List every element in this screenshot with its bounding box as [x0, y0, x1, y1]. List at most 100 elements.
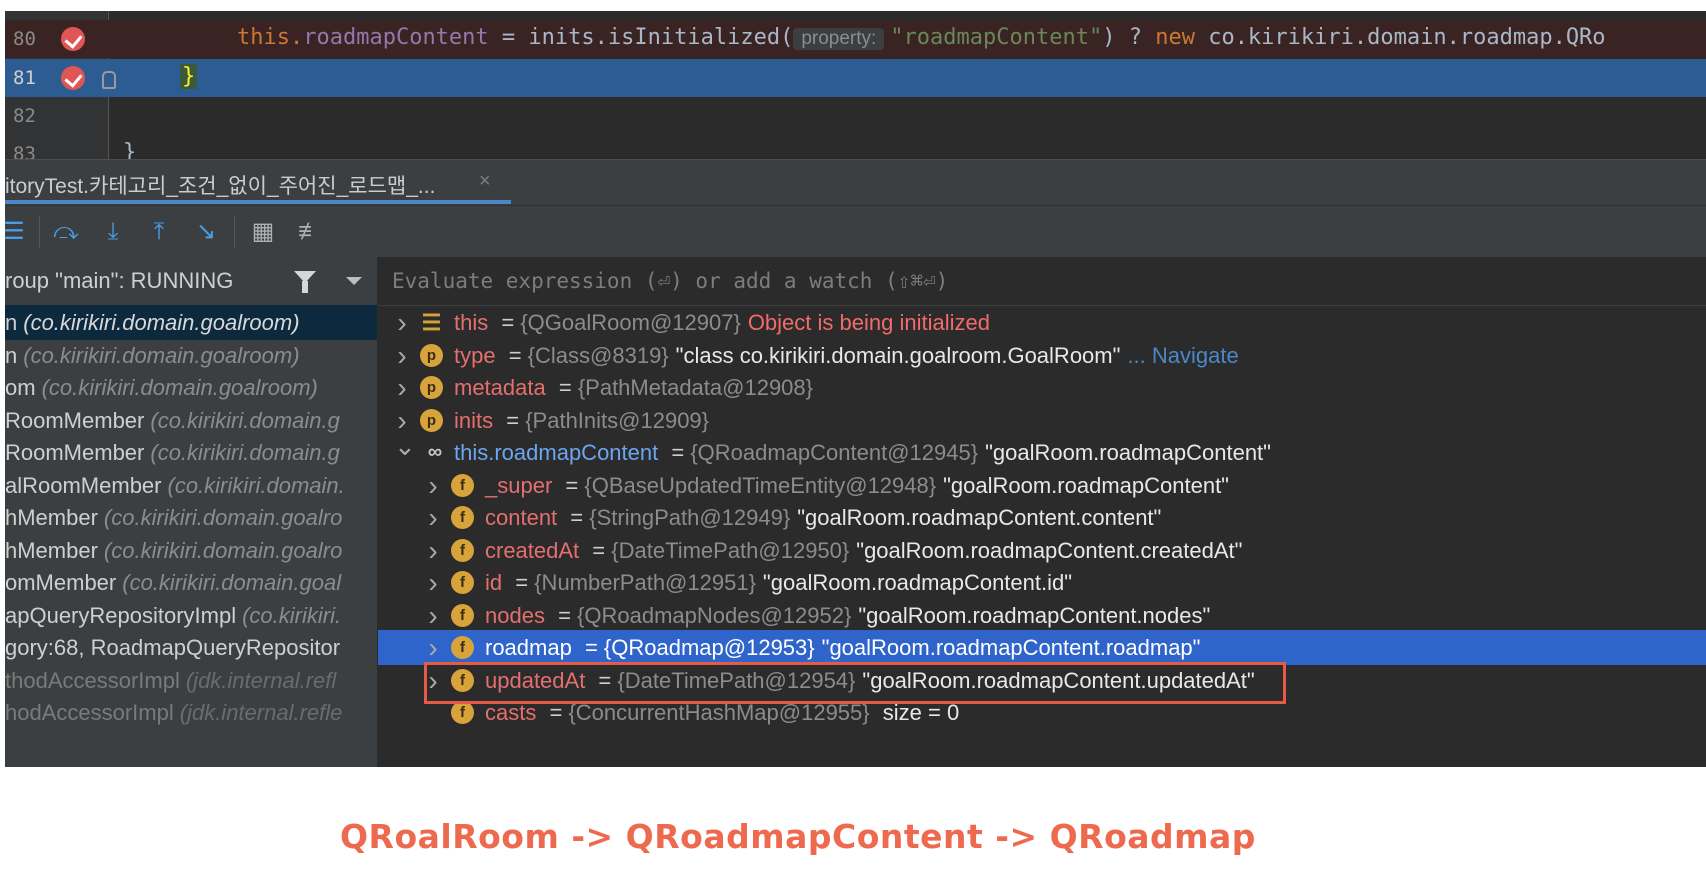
close-icon[interactable]: × — [479, 170, 491, 193]
variable-row[interactable]: f content = {StringPath@12949}"goalRoom.r… — [378, 500, 1706, 535]
breakpoint-icon[interactable] — [61, 66, 85, 90]
frame-item[interactable]: n (co.kirikiri.domain.goalroom) — [5, 338, 377, 373]
frame-package: (co.kirikiri.domain.g — [150, 440, 340, 465]
chevron-right-icon[interactable] — [425, 663, 441, 698]
variable-row[interactable]: ☰ this = {QGoalRoom@12907}Object is being… — [378, 305, 1706, 340]
variable-row[interactable]: f _super = {QBaseUpdatedTimeEntity@12948}… — [378, 468, 1706, 503]
code-tail-class: co.kirikiri.domain.roadmap.QRo — [1194, 25, 1606, 50]
equals-sign: = — [543, 700, 569, 725]
frame-item[interactable]: hMember (co.kirikiri.domain.goalro — [5, 533, 377, 568]
tab-label: itoryTest.카테고리_조건_없이_주어진_로드맵_... — [5, 175, 436, 198]
chevron-down-icon[interactable] — [346, 277, 362, 285]
variable-row[interactable]: p metadata = {PathMetadata@12908} — [378, 370, 1706, 405]
string-literal: "roadmapContent" — [890, 25, 1103, 50]
variable-row[interactable]: fnodes = {QRoadmapNodes@12952}"goalRoom.… — [378, 598, 1706, 633]
annotation-caption: QRoalRoom -> QRoadmapContent -> QRoadmap — [340, 817, 1256, 856]
property-icon: p — [420, 343, 443, 367]
evaluate-table-icon[interactable]: ▦ — [248, 217, 278, 247]
chevron-right-icon[interactable] — [425, 565, 441, 600]
variable-name: metadata — [454, 375, 546, 400]
variable-type: {PathInits@12909} — [525, 407, 710, 433]
frame-item[interactable]: RoomMember (co.kirikiri.domain.g — [5, 435, 377, 470]
frame-package: (co.kirikiri. — [242, 602, 342, 628]
frame-item[interactable]: hodAccessorImpl (jdk.internal.refle — [5, 695, 377, 730]
variable-name: id — [485, 570, 503, 595]
equals-sign: = — [586, 537, 612, 563]
chevron-down-icon[interactable] — [394, 435, 410, 470]
frame-package: (co.kirikiri.domain.goalroom) — [23, 310, 300, 335]
field-icon: f — [451, 701, 474, 724]
variable-row[interactable]: ∞ this.roadmapContent = {QRoadmapContent@… — [378, 435, 1706, 470]
step-over-icon[interactable]: ⤓ — [98, 217, 128, 247]
variable-text: this.roadmapContent = {QRoadmapContent@1… — [454, 435, 1278, 470]
variable-text: _super = {QBaseUpdatedTimeEntity@12948} "… — [485, 468, 1236, 503]
field-icon: f — [451, 636, 474, 659]
variable-type: {DateTimePath@12954} — [617, 667, 856, 693]
variable-row[interactable]: pinits = {PathInits@12909} — [378, 403, 1706, 438]
frame-item[interactable]: hMember (co.kirikiri.domain.goalro — [5, 500, 377, 535]
object-icon: ☰ — [421, 310, 442, 335]
frame-item[interactable]: n (co.kirikiri.domain.goalroom) — [5, 305, 377, 340]
breakpoint-icon[interactable] — [61, 27, 85, 51]
variable-name: type — [454, 342, 496, 368]
variable-row[interactable]: f roadmap = {QRoadmap@12953}"goalRoom.roa… — [378, 630, 1706, 665]
step-into-icon[interactable]: ⤒ — [144, 217, 174, 247]
equals-sign: = — [495, 310, 521, 335]
code-line-82[interactable]: 82 — [5, 97, 1706, 135]
chevron-right-icon[interactable] — [394, 305, 410, 340]
frame-item[interactable]: RoomMember (co.kirikiri.domain.g — [5, 403, 377, 438]
frame-method: gory:68, RoadmapQueryRepositor — [5, 635, 341, 660]
variable-row[interactable]: f casts = {ConcurrentHashMap@12955} size … — [378, 695, 1706, 730]
evaluate-expression-input[interactable] — [390, 265, 1694, 297]
variable-value: size = 0 — [876, 700, 960, 725]
step-out-icon[interactable]: ↘ — [191, 217, 221, 247]
variable-row[interactable]: fid = {NumberPath@12951}"goalRoom.roadma… — [378, 565, 1706, 600]
chevron-right-icon[interactable] — [425, 468, 441, 503]
thread-selector[interactable]: roup "main": RUNNING — [5, 257, 377, 306]
frame-method: n — [5, 310, 18, 335]
variable-text: content = {StringPath@12949} "goalRoom.ro… — [485, 500, 1168, 535]
frame-item[interactable]: apQueryRepositoryImpl (co.kirikiri. — [5, 598, 377, 633]
variable-name: roadmap — [485, 635, 572, 660]
trace-icon[interactable]: ≢ — [295, 217, 325, 247]
variable-type: {NumberPath@12951} — [534, 570, 756, 595]
code-line-83[interactable]: 83 } — [5, 135, 1706, 159]
variable-row[interactable]: f createdAt = {DateTimePath@12950}"goalRo… — [378, 533, 1706, 568]
line-number: 83 — [13, 143, 36, 159]
frame-item[interactable]: omMember (co.kirikiri.domain.goal — [5, 565, 377, 600]
chevron-right-icon[interactable] — [425, 630, 441, 665]
frame-method: om — [5, 375, 36, 400]
equals-sign: = — [564, 505, 590, 530]
chevron-right-icon[interactable] — [425, 500, 441, 535]
variable-row[interactable]: ptype = {Class@8319}"class co.kirikiri.d… — [378, 338, 1706, 373]
code-editor[interactable]: 80 this.roadmapContent = inits.isInitial… — [5, 11, 1706, 159]
field-icon: f — [451, 571, 474, 594]
navigate-link[interactable]: ... Navigate — [1127, 343, 1238, 368]
code-line-81-current[interactable]: 81 } — [5, 59, 1706, 97]
variable-text: roadmap = {QRoadmap@12953} "goalRoom.road… — [485, 630, 1207, 665]
frame-item[interactable]: gory:68, RoadmapQueryRepositor — [5, 630, 377, 665]
frame-package: (co.kirikiri.domain.goalroom) — [41, 375, 318, 400]
keyword-new: new — [1155, 25, 1195, 50]
show-execution-point-icon[interactable]: ⤼ — [51, 217, 81, 247]
frame-item[interactable]: thodAccessorImpl (jdk.internal.refl — [5, 663, 377, 698]
chevron-right-icon[interactable] — [394, 338, 410, 373]
chevron-right-icon[interactable] — [425, 598, 441, 633]
frame-package: (co.kirikiri.domain.goalroom) — [23, 342, 300, 368]
bookmark-icon — [102, 71, 116, 89]
line-number: 80 — [13, 28, 36, 50]
chevron-right-icon[interactable] — [425, 533, 441, 568]
frame-item[interactable]: alRoomMember (co.kirikiri.domain. — [5, 468, 377, 503]
variable-text: metadata = {PathMetadata@12908} — [454, 370, 820, 405]
chevron-right-icon[interactable] — [394, 370, 410, 405]
code-line-80[interactable]: 80 this.roadmapContent = inits.isInitial… — [5, 20, 1706, 58]
image-border — [0, 0, 5, 767]
variable-name: content — [485, 505, 558, 530]
variable-row[interactable]: f updatedAt = {DateTimePath@12954}"goalRo… — [378, 663, 1706, 698]
variable-value: "goalRoom.roadmapContent.roadmap" — [821, 635, 1201, 660]
frame-method: alRoomMember — [5, 472, 162, 498]
variables-panel: ☰ this = {QGoalRoom@12907}Object is being… — [378, 257, 1706, 767]
variable-value: "goalRoom.roadmapContent.updatedAt" — [862, 667, 1255, 693]
filter-icon[interactable] — [294, 271, 316, 293]
frame-item[interactable]: om (co.kirikiri.domain.goalroom) — [5, 370, 377, 405]
